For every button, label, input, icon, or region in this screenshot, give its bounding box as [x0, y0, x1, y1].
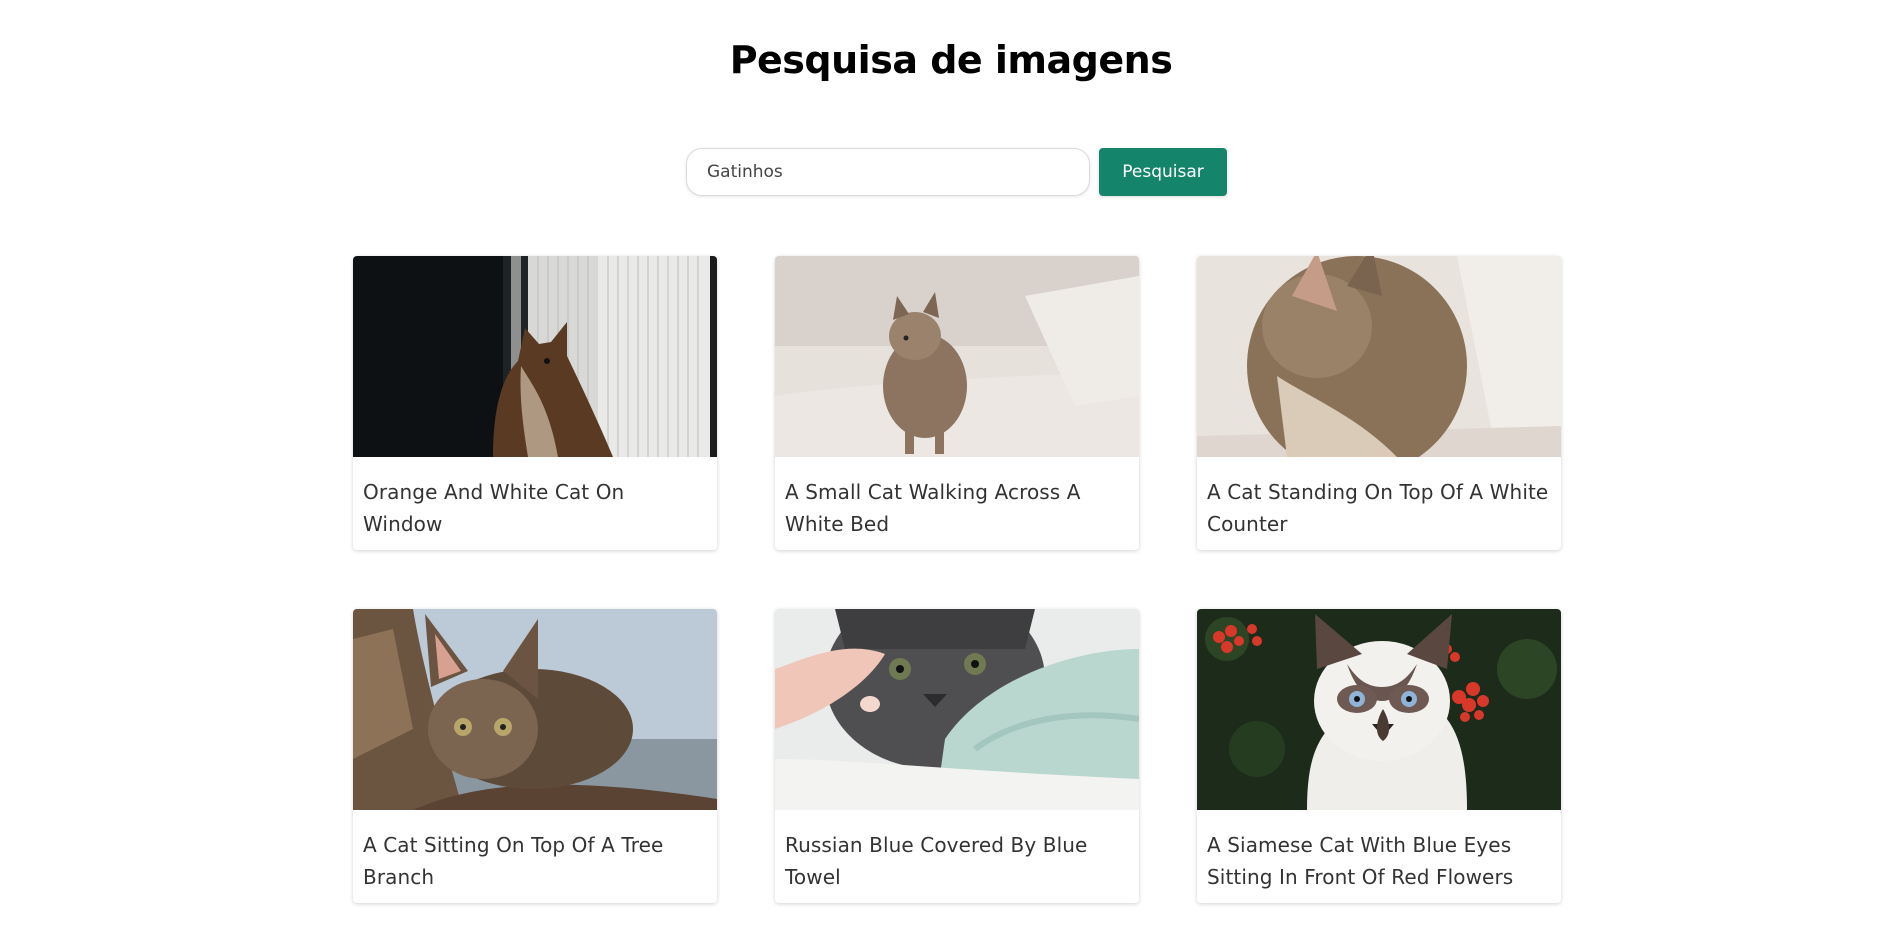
result-caption: A Siamese Cat With Blue Eyes Sitting In …: [1207, 833, 1514, 889]
cat-photo-icon: [353, 256, 717, 457]
result-caption: Russian Blue Covered By Blue Towel: [785, 833, 1088, 889]
result-image[interactable]: [353, 256, 717, 457]
result-card[interactable]: A Siamese Cat With Blue Eyes Sitting In …: [1197, 609, 1561, 903]
cat-photo-icon: [1197, 609, 1561, 810]
result-image[interactable]: [775, 256, 1139, 457]
result-image[interactable]: [1197, 609, 1561, 810]
result-card[interactable]: A Cat Standing On Top Of A White Counter: [1197, 256, 1561, 550]
result-image[interactable]: [775, 609, 1139, 810]
search-input[interactable]: [686, 148, 1090, 196]
cat-photo-icon: [775, 609, 1139, 810]
result-caption: Orange And White Cat On Window: [363, 480, 625, 536]
result-caption: A Cat Sitting On Top Of A Tree Branch: [363, 833, 664, 889]
page: Pesquisa de imagens Pesquisar: [0, 0, 1902, 935]
search-form: Pesquisar: [686, 148, 1227, 196]
result-caption: A Cat Standing On Top Of A White Counter: [1207, 480, 1549, 536]
result-card[interactable]: A Cat Sitting On Top Of A Tree Branch: [353, 609, 717, 903]
result-image[interactable]: [1197, 256, 1561, 457]
result-card[interactable]: A Small Cat Walking Across A White Bed: [775, 256, 1139, 550]
cat-photo-icon: [775, 256, 1139, 457]
result-card[interactable]: Orange And White Cat On Window: [353, 256, 717, 550]
result-image[interactable]: [353, 609, 717, 810]
cat-photo-icon: [353, 609, 717, 810]
cat-photo-icon: [1197, 256, 1561, 457]
page-title: Pesquisa de imagens: [729, 38, 1173, 82]
results-grid: Orange And White Cat On Window A Small C…: [353, 256, 1561, 903]
result-card[interactable]: Russian Blue Covered By Blue Towel: [775, 609, 1139, 903]
search-button[interactable]: Pesquisar: [1099, 148, 1227, 196]
result-caption: A Small Cat Walking Across A White Bed: [785, 480, 1081, 536]
